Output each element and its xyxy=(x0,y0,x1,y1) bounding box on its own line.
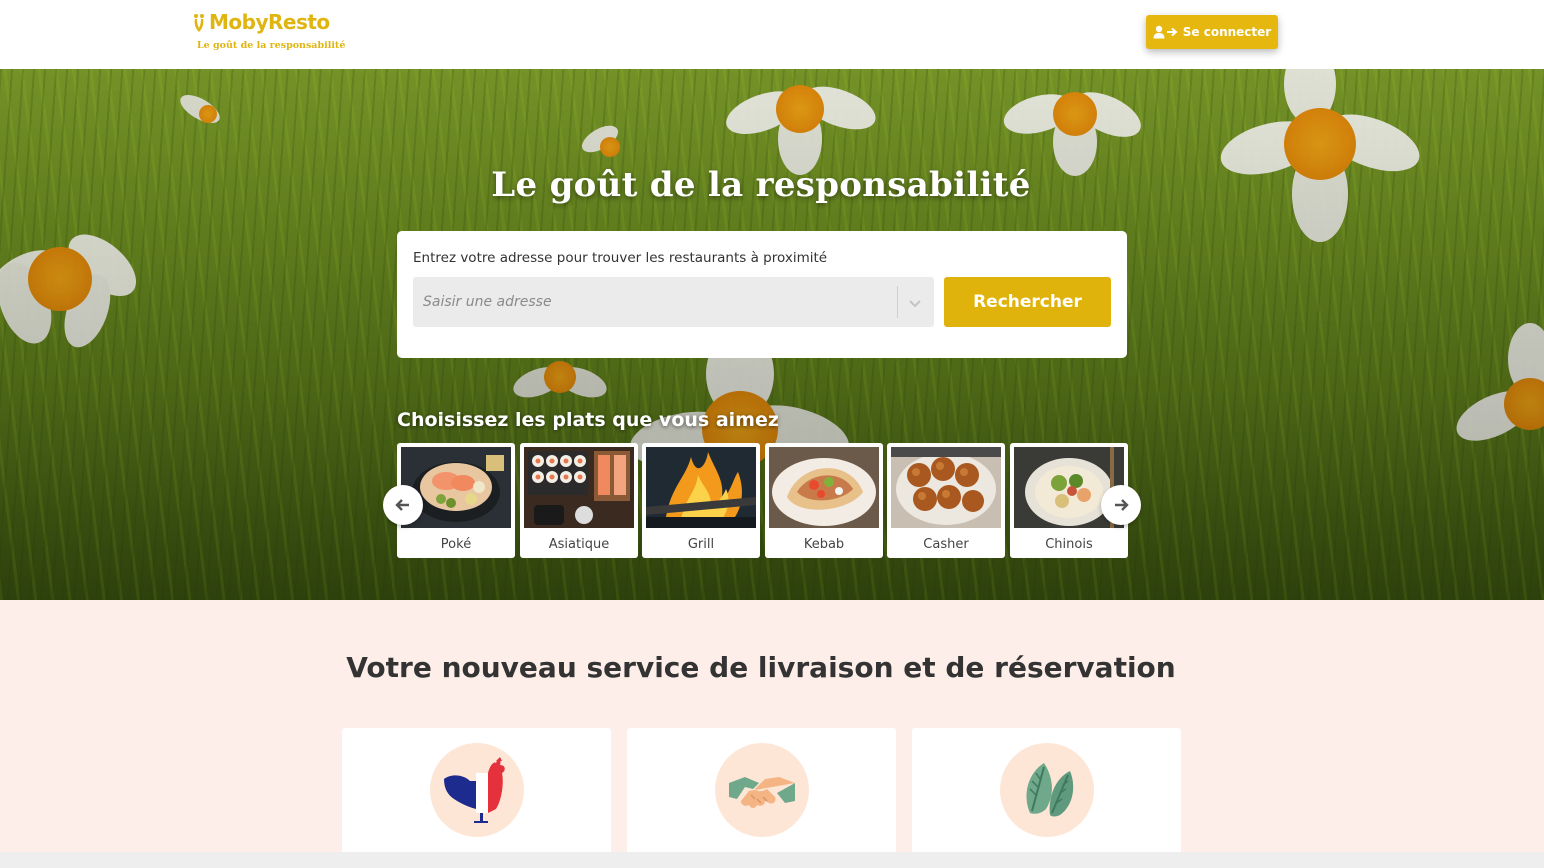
hero-title: Le goût de la responsabilité xyxy=(491,165,1031,205)
hero-section: Le goût de la responsabilité Entrez votr… xyxy=(0,69,1544,600)
dishes-title: Choisissez les plats que vous aimez xyxy=(397,409,779,431)
dish-image xyxy=(769,447,879,528)
dish-image xyxy=(524,447,634,528)
dish-label: Chinois xyxy=(1045,537,1093,552)
login-button[interactable]: Se connecter xyxy=(1146,15,1278,49)
carousel-prev-button[interactable] xyxy=(383,485,423,525)
service-card-partnership xyxy=(627,728,896,852)
page-bottom-strip xyxy=(0,852,1544,868)
select-separator xyxy=(897,286,898,318)
logo[interactable]: MobyResto Le goût de la responsabilité xyxy=(192,10,346,58)
dish-image xyxy=(646,447,756,528)
address-search-card: Entrez votre adresse pour trouver les re… xyxy=(397,231,1127,358)
user-login-icon xyxy=(1153,25,1178,39)
dish-label: Asiatique xyxy=(548,537,610,552)
handshake-icon xyxy=(715,743,809,837)
dish-label: Kebab xyxy=(803,537,845,552)
french-rooster-icon xyxy=(430,743,524,837)
site-header: MobyResto Le goût de la responsabilité S… xyxy=(0,0,1544,69)
search-label: Entrez votre adresse pour trouver les re… xyxy=(413,250,828,266)
dish-label: Poké xyxy=(440,537,472,552)
dish-card-grill[interactable]: Grill xyxy=(642,443,760,558)
address-select[interactable] xyxy=(413,277,934,327)
search-button[interactable]: Rechercher xyxy=(944,277,1111,327)
logo-tagline: Le goût de la responsabilité xyxy=(197,40,346,51)
logo-name: MobyResto xyxy=(209,10,330,34)
dish-label: Grill xyxy=(687,537,715,552)
chevron-down-icon[interactable] xyxy=(906,294,924,312)
dish-card-casher[interactable]: Casher xyxy=(887,443,1005,558)
dish-card-kebab[interactable]: Kebab xyxy=(765,443,883,558)
arrow-left-icon xyxy=(395,499,409,511)
dish-card-asiatique[interactable]: Asiatique xyxy=(520,443,638,558)
leaf-icon xyxy=(1000,743,1094,837)
service-card-french xyxy=(342,728,611,852)
dishes-carousel: Poké Asiatique Grill Kebab Casher Chinoi… xyxy=(397,443,1128,558)
logo-icon xyxy=(194,14,204,32)
carousel-next-button[interactable] xyxy=(1101,485,1141,525)
dish-image xyxy=(891,447,1001,528)
services-section: Votre nouveau service de livraison et de… xyxy=(0,600,1544,852)
address-input[interactable] xyxy=(413,277,897,327)
service-card-eco xyxy=(912,728,1181,852)
login-label: Se connecter xyxy=(1182,25,1272,39)
arrow-right-icon xyxy=(1115,499,1129,511)
services-title: Votre nouveau service de livraison et de… xyxy=(346,651,1176,684)
dish-label: Casher xyxy=(923,537,969,552)
